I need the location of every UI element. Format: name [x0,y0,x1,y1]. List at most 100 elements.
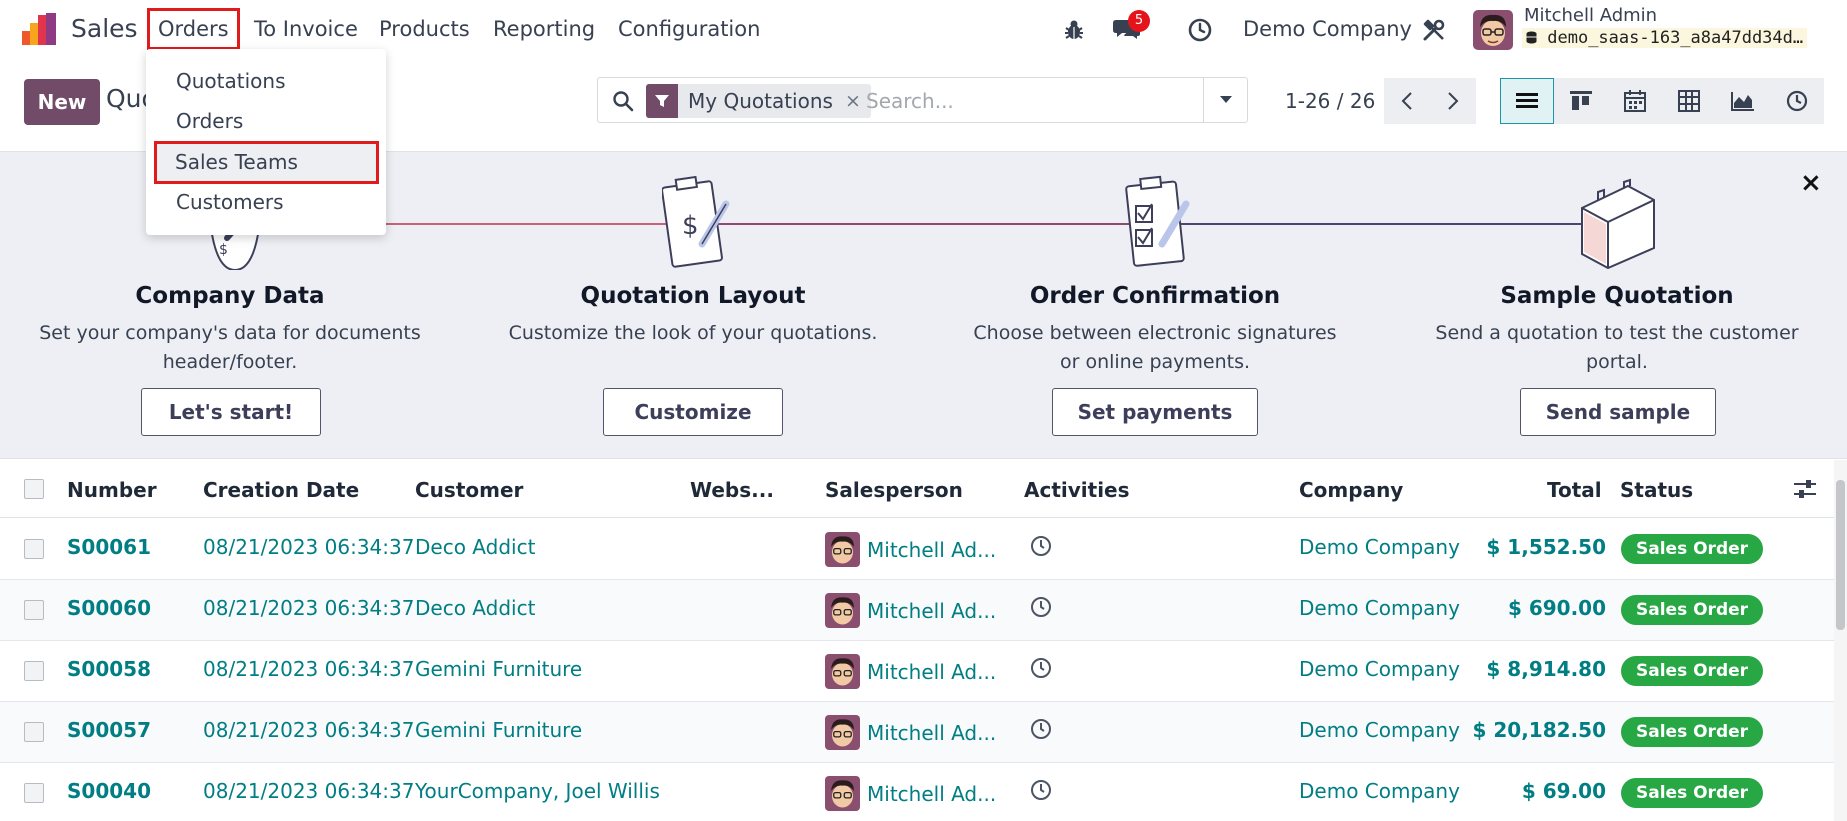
cell-customer[interactable]: Gemini Furniture [415,718,582,742]
activity-clock-icon[interactable] [1030,596,1052,618]
dropdown-item-quotations[interactable]: Quotations [146,62,386,100]
cell-customer[interactable]: YourCompany, Joel Willis [415,779,660,803]
table-row[interactable]: S00058 08/21/2023 06:34:37 Gemini Furnit… [0,641,1847,702]
cell-company[interactable]: Demo Company [1299,718,1460,742]
cell-salesperson[interactable]: Mitchell Ad... [867,599,996,623]
row-checkbox[interactable] [24,783,44,803]
column-customer[interactable]: Customer [415,478,523,502]
cell-salesperson[interactable]: Mitchell Ad... [867,782,996,806]
column-status[interactable]: Status [1620,478,1693,502]
cell-salesperson[interactable]: Mitchell Ad... [867,721,996,745]
search-bar[interactable]: My Quotations × Search... [597,77,1248,123]
pager-next-button[interactable] [1430,78,1476,124]
column-settings-icon[interactable] [1794,479,1816,499]
cell-customer[interactable]: Gemini Furniture [415,657,582,681]
tools-icon[interactable] [1422,18,1446,42]
cell-customer[interactable]: Deco Addict [415,535,535,559]
salesperson-avatar [825,776,860,811]
cell-creation-date: 08/21/2023 06:34:37 [203,657,415,681]
new-button[interactable]: New [24,79,100,125]
activity-clock-icon[interactable] [1030,779,1052,801]
cell-number[interactable]: S00058 [67,657,151,681]
database-name: demo_saas-163_a8a47dd34d… [1522,28,1808,48]
column-company[interactable]: Company [1299,478,1403,502]
step-description: Customize the look of your quotations. [473,319,913,348]
pager-previous-button[interactable] [1384,78,1430,124]
user-name[interactable]: Mitchell Admin [1524,5,1657,26]
cell-total: $ 8,914.80 [1486,657,1606,681]
column-activities[interactable]: Activities [1024,478,1130,502]
dropdown-item-orders[interactable]: Orders [146,102,386,140]
kanban-view-icon [1570,91,1592,110]
cell-company[interactable]: Demo Company [1299,657,1460,681]
cell-company[interactable]: Demo Company [1299,779,1460,803]
table-row[interactable]: S00060 08/21/2023 06:34:37 Deco Addict M… [0,580,1847,641]
row-checkbox[interactable] [24,722,44,742]
step-description-line: or online payments. [1059,351,1251,373]
column-salesperson[interactable]: Salesperson [825,478,963,502]
cell-number[interactable]: S00040 [67,779,151,803]
company-switcher[interactable]: Demo Company [1243,17,1412,41]
clock-icon[interactable] [1188,18,1212,42]
step-title: Sample Quotation [1500,283,1734,309]
table-row[interactable]: S00057 08/21/2023 06:34:37 Gemini Furnit… [0,702,1847,763]
app-name[interactable]: Sales [71,14,138,43]
cell-number[interactable]: S00060 [67,596,151,620]
search-input[interactable]: Search... [866,89,954,113]
lets-start-button[interactable]: Let's start! [141,388,321,436]
column-website[interactable]: Webs... [690,478,774,502]
menu-to-invoice[interactable]: To Invoice [243,8,369,50]
view-activity-button[interactable] [1770,78,1824,124]
filter-icon [646,84,678,118]
row-checkbox[interactable] [24,539,44,559]
search-icon[interactable] [612,90,634,112]
pager-value[interactable]: 1-26 / 26 [1285,89,1375,113]
activity-clock-icon[interactable] [1030,657,1052,679]
sales-app-logo-icon[interactable] [22,13,56,45]
menu-orders[interactable]: Orders [147,8,240,50]
cell-number[interactable]: S00061 [67,535,151,559]
message-count-badge: 5 [1128,10,1150,32]
table-row[interactable]: S00061 08/21/2023 06:34:37 Deco Addict M… [0,519,1847,580]
step-description-line: Send a quotation to test the customer [1435,322,1799,344]
cell-salesperson[interactable]: Mitchell Ad... [867,660,996,684]
sample-quotation-icon [1581,178,1655,270]
scrollbar-thumb[interactable] [1836,480,1845,630]
user-avatar[interactable] [1473,10,1513,50]
customize-button[interactable]: Customize [603,388,783,436]
view-graph-button[interactable] [1716,78,1770,124]
table-scrollbar[interactable] [1834,460,1847,821]
activity-clock-icon[interactable] [1030,535,1052,557]
menu-reporting[interactable]: Reporting [482,8,606,50]
menu-products[interactable]: Products [368,8,481,50]
step-title: Company Data [135,283,325,309]
set-payments-button[interactable]: Set payments [1052,388,1258,436]
row-checkbox[interactable] [24,661,44,681]
view-calendar-button[interactable] [1608,78,1662,124]
dropdown-item-customers[interactable]: Customers [146,183,386,221]
bug-icon[interactable] [1063,19,1085,41]
view-pivot-button[interactable] [1662,78,1716,124]
view-list-button[interactable] [1500,78,1554,124]
column-total[interactable]: Total [1547,478,1602,502]
activity-clock-icon[interactable] [1030,718,1052,740]
menu-configuration[interactable]: Configuration [607,8,771,50]
view-kanban-button[interactable] [1554,78,1608,124]
table-row[interactable]: S00040 08/21/2023 06:34:37 YourCompany, … [0,763,1847,821]
cell-customer[interactable]: Deco Addict [415,596,535,620]
cell-company[interactable]: Demo Company [1299,596,1460,620]
select-all-checkbox[interactable] [24,479,44,499]
svg-text:$: $ [219,242,228,258]
column-number[interactable]: Number [67,478,157,502]
close-onboarding-icon[interactable]: × [1800,168,1822,198]
step-description-line: Customize the look of your quotations. [508,322,878,344]
dropdown-item-sales-teams[interactable]: Sales Teams [154,141,379,184]
search-options-toggle[interactable] [1203,78,1247,122]
row-checkbox[interactable] [24,600,44,620]
column-creation-date[interactable]: Creation Date [203,478,359,502]
search-facet-my-quotations[interactable]: My Quotations × [646,84,871,118]
cell-company[interactable]: Demo Company [1299,535,1460,559]
cell-number[interactable]: S00057 [67,718,151,742]
cell-salesperson[interactable]: Mitchell Ad... [867,538,996,562]
send-sample-button[interactable]: Send sample [1520,388,1716,436]
